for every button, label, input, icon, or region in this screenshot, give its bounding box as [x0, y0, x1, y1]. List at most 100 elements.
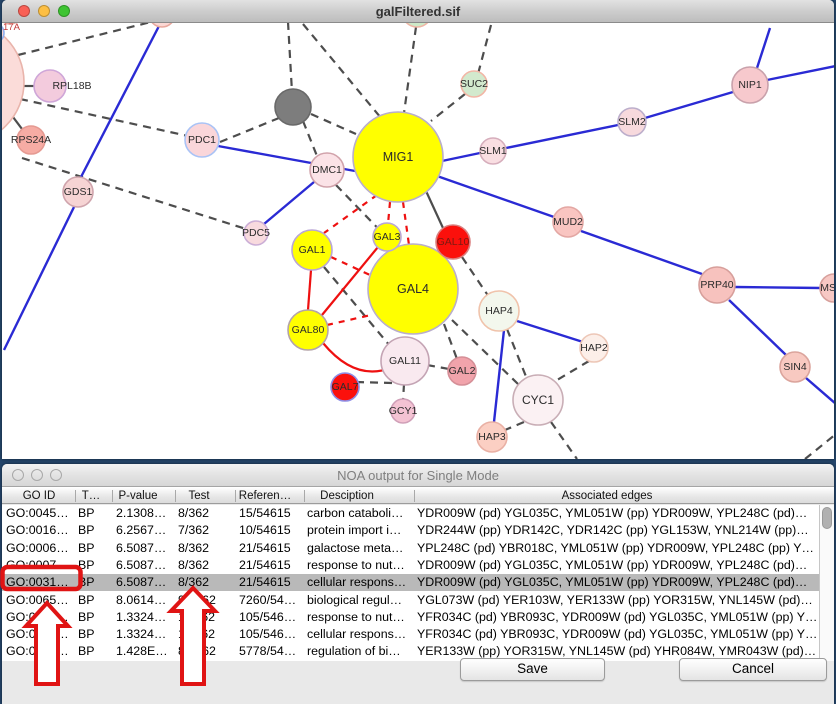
network-edge — [288, 23, 292, 92]
network-edge — [427, 365, 449, 369]
table-row[interactable]: GO:0031…BP1.3324…11/362105/546…response … — [2, 609, 834, 626]
cancel-button[interactable]: Cancel — [679, 658, 827, 681]
table-cell: 8/362 — [178, 505, 237, 522]
column-header-5[interactable]: Referen… — [239, 488, 291, 504]
node-label: GAL7 — [332, 381, 359, 393]
graph-node[interactable] — [275, 89, 311, 125]
column-separator[interactable] — [75, 490, 76, 502]
node-label: GAL3 — [374, 231, 401, 243]
network-edge — [507, 329, 527, 379]
table-cell: GO:0007… — [6, 557, 76, 574]
table-row[interactable]: GO:0031…BP1.3324…11/362105/546…cellular … — [2, 626, 834, 643]
node-label: GAL1 — [299, 244, 326, 256]
desktop: galFiltered.sif RPL18BRPS24AGDS1PDC1PDC5… — [0, 0, 836, 704]
scrollbar-thumb[interactable] — [822, 507, 832, 529]
table-cell: 8/362 — [178, 557, 237, 574]
table-cell: YFR034C (pd) YBR093C, YDR009W (pd) YGL03… — [417, 609, 819, 626]
column-header-7[interactable]: Associated edges — [562, 488, 653, 504]
noa-window-titlebar[interactable]: NOA output for Single Mode — [2, 464, 834, 487]
node-label: HAP3 — [478, 431, 506, 443]
noa-window: NOA output for Single Mode GO ID T… P-valu… — [2, 464, 834, 704]
network-edge — [552, 361, 589, 383]
node-label: PDC5 — [242, 227, 270, 239]
graph-node[interactable] — [149, 23, 175, 27]
column-header-4[interactable]: Test — [188, 488, 209, 504]
table-row[interactable]: GO:0065…BP8.0614…94/3627260/54…biologica… — [2, 592, 834, 609]
node-label: CYC1 — [522, 393, 554, 407]
node-label: GAL11 — [389, 355, 421, 367]
network-edge — [462, 257, 489, 297]
graph-node[interactable] — [402, 23, 432, 27]
table-cell: 6.2567… — [116, 522, 176, 539]
network-edge — [551, 422, 577, 459]
node-label: DMC1 — [312, 164, 342, 176]
column-header-1[interactable]: GO ID — [23, 488, 56, 504]
column-separator[interactable] — [414, 490, 415, 502]
network-edge — [220, 118, 279, 142]
network-edge — [356, 382, 392, 383]
table-cell: BP — [78, 592, 114, 609]
network-edge — [22, 158, 246, 229]
network-edge — [517, 321, 583, 342]
table-cell: 1.3324… — [116, 609, 176, 626]
table-cell: response to nut… — [307, 557, 415, 574]
node-label: MUD2 — [553, 216, 583, 228]
table-cell: BP — [78, 540, 114, 557]
table-cell: 7/362 — [178, 522, 237, 539]
table-cell: 11/362 — [178, 609, 237, 626]
column-header-3[interactable]: P-value — [119, 488, 158, 504]
node-label: GDS1 — [64, 186, 93, 198]
table-cell: 8/362 — [178, 540, 237, 557]
node-label: MIG1 — [383, 150, 414, 164]
column-header-2[interactable]: T… — [82, 488, 101, 504]
table-cell: 2.1308… — [116, 505, 176, 522]
network-edge — [805, 434, 834, 459]
node-label: PRP40 — [700, 279, 733, 291]
network-edge — [729, 300, 786, 355]
table-row[interactable]: GO:0006…BP6.5087…8/36221/54615galactose … — [2, 540, 834, 557]
network-edge — [303, 24, 381, 118]
table-row[interactable]: GO:0031…BP6.5087…8/36221/54615cellular r… — [2, 574, 834, 591]
table-row[interactable]: GO:0007…BP6.5087…8/36221/54615response t… — [2, 557, 834, 574]
table-cell: 105/546… — [239, 626, 305, 643]
column-separator[interactable] — [175, 490, 176, 502]
network-edge — [403, 202, 409, 245]
table-cell: YGL073W (pd) YER103W, YER133W (pp) YOR31… — [417, 592, 819, 609]
node-label: PDC1 — [188, 134, 216, 146]
table-body: GO:0045…BP2.1308…8/36215/54615carbon cat… — [2, 505, 834, 661]
table-cell: carbon cataboli… — [307, 505, 415, 522]
network-canvas[interactable]: RPL18BRPS24AGDS1PDC1PDC5MIG1DMC1SUC2SLM1… — [2, 23, 834, 459]
network-edge — [323, 343, 384, 371]
node-label: MSL1 — [820, 282, 834, 294]
node-label: SUC2 — [460, 78, 488, 90]
table-cell: BP — [78, 626, 114, 643]
table-cell: YPL248C (pd) YBR018C, YML051W (pp) YDR00… — [417, 540, 819, 557]
column-separator[interactable] — [235, 490, 236, 502]
node-label: GAL2 — [449, 365, 476, 377]
table-cell: YFR034C (pd) YBR093C, YDR009W (pd) YGL03… — [417, 626, 819, 643]
network-edge — [494, 330, 504, 422]
network-edge — [327, 315, 371, 325]
save-button[interactable]: Save — [460, 658, 605, 681]
column-separator[interactable] — [304, 490, 305, 502]
table-cell: GO:0006… — [6, 540, 76, 557]
network-edge — [404, 27, 416, 113]
table-cell: 7260/54… — [239, 592, 305, 609]
network-edge — [506, 125, 618, 148]
column-header-6[interactable]: Desciption — [320, 488, 374, 504]
table-cell: 8/362 — [178, 574, 237, 591]
table-cell: biological regul… — [307, 592, 415, 609]
table-scrollbar[interactable] — [819, 505, 834, 661]
table-cell: cellular respons… — [307, 626, 415, 643]
table-row[interactable]: GO:0045…BP2.1308…8/36215/54615carbon cat… — [2, 505, 834, 522]
column-separator[interactable] — [112, 490, 113, 502]
network-edge — [264, 182, 314, 224]
table-cell: 80/362 — [178, 643, 237, 660]
table-cell: 1.428E… — [116, 643, 176, 660]
table-cell: BP — [78, 522, 114, 539]
table-cell: BP — [78, 609, 114, 626]
table-row[interactable]: GO:0016…BP6.2567…7/36210/54615protein im… — [2, 522, 834, 539]
graph-window-titlebar[interactable]: galFiltered.sif — [2, 0, 834, 23]
table-cell: YDR244W (pp) YDR142C, YDR142C (pp) YGL15… — [417, 522, 819, 539]
network-edge — [388, 202, 390, 224]
